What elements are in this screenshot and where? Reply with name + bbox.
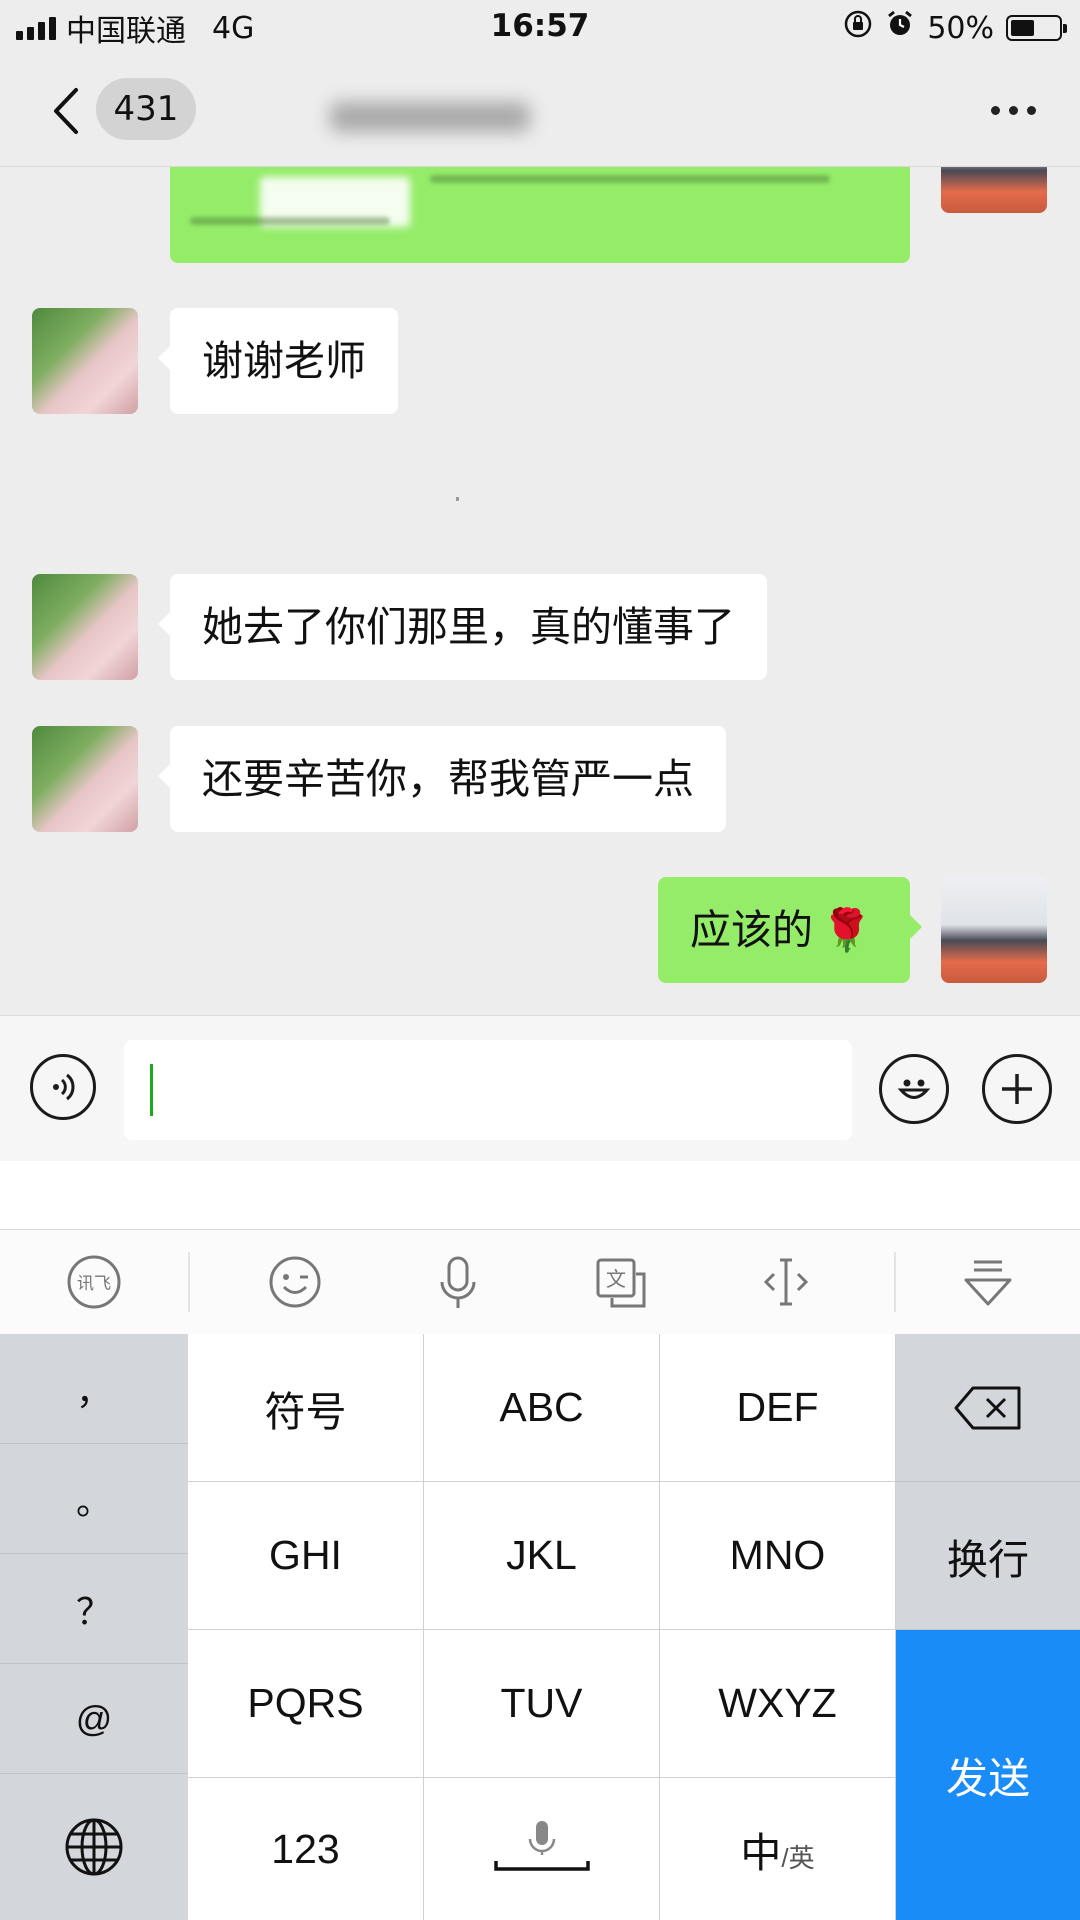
lang-sub-label: /英 [781,1842,815,1873]
alarm-icon [885,9,915,47]
message-text: 应该的 [690,905,813,954]
key-ghi[interactable]: GHI [188,1482,424,1630]
battery-percent: 50% [927,10,994,46]
voice-wave-icon [53,1073,75,1101]
message-bubble-received[interactable]: 谢谢老师 [158,308,398,414]
key-language-switch[interactable]: 中/英 [660,1778,896,1920]
key-wxyz[interactable]: WXYZ [660,1630,896,1778]
voice-toggle-button[interactable] [30,1054,96,1120]
key-space[interactable] [424,1778,660,1920]
message-list[interactable]: 谢谢老师 她去了你们那里，真的懂事了 还要辛苦你，帮我管严一点 应该的 🌹 [0,167,1080,1015]
key-question[interactable]: ？ [0,1554,188,1664]
message-text: 她去了你们那里，真的懂事了 [202,602,735,651]
translate-icon[interactable]: 文 [592,1252,652,1312]
key-at[interactable]: @ [0,1664,188,1774]
t9-keyboard: ， 。 ？ @ 符号 ABC DEF GHI JKL MNO PQRS TUV … [0,1334,1080,1920]
plus-icon [1002,1074,1032,1104]
backspace-icon [954,1386,1021,1429]
more-button[interactable] [991,106,1036,115]
hide-keyboard-icon[interactable] [958,1252,1018,1312]
battery-icon [1006,15,1067,41]
message-bubble-redacted[interactable] [170,167,910,263]
emoji-icon[interactable] [265,1252,325,1312]
key-def[interactable]: DEF [660,1334,896,1482]
message-bubble-received[interactable]: 她去了你们那里，真的懂事了 [158,574,767,680]
cursor-icon[interactable] [756,1252,816,1312]
microphone-icon[interactable] [428,1252,488,1312]
ifly-logo-icon[interactable]: 讯飞 [64,1252,124,1312]
contact-name-redacted [330,102,530,132]
key-tuv[interactable]: TUV [424,1630,660,1778]
svg-text:文: 文 [606,1267,626,1291]
emoji-button[interactable] [879,1054,949,1124]
key-pqrs[interactable]: PQRS [188,1630,424,1778]
chevron-left-icon [54,88,78,134]
key-numbers[interactable]: 123 [188,1778,424,1920]
message-text: 还要辛苦你，帮我管严一点 [202,754,694,803]
space-mic-icon [493,1821,590,1871]
orientation-lock-icon [843,9,873,47]
contact-avatar[interactable] [32,726,138,832]
message-bubble-received[interactable]: 还要辛苦你，帮我管严一点 [158,726,726,832]
status-bar: 中国联通 4G 16:57 50% [0,0,1080,56]
key-mno[interactable]: MNO [660,1482,896,1630]
key-comma[interactable]: ， [0,1334,188,1444]
message-text: 谢谢老师 [202,336,366,385]
globe-icon [65,1818,123,1876]
key-period[interactable]: 。 [0,1444,188,1554]
toolbar-divider [188,1252,190,1312]
keyboard-toolbar: 讯飞 文 [0,1229,1080,1335]
stray-mark [456,497,459,501]
unread-count-badge[interactable]: 431 [96,78,196,140]
back-button[interactable] [48,86,88,136]
toolbar-divider [894,1252,896,1312]
message-input[interactable] [124,1040,852,1140]
send-button[interactable]: 发送 [896,1630,1080,1920]
rose-emoji: 🌹 [821,905,873,954]
lang-main-label: 中 [740,1830,782,1876]
my-avatar[interactable] [941,167,1047,213]
chat-header: 431 [0,56,1080,167]
message-bubble-sent[interactable]: 应该的 🌹 [658,877,922,983]
text-caret [150,1064,153,1116]
key-newline[interactable]: 换行 [896,1482,1080,1630]
contact-avatar[interactable] [32,574,138,680]
key-abc[interactable]: ABC [424,1334,660,1482]
svg-text:讯飞: 讯飞 [77,1274,111,1294]
contact-avatar[interactable] [32,308,138,414]
key-backspace[interactable] [896,1334,1080,1482]
more-functions-button[interactable] [982,1054,1052,1124]
smiley-icon [897,1079,931,1099]
keyboard-spacer [0,1161,1080,1229]
status-right: 50% [843,8,1067,48]
my-avatar[interactable] [941,877,1047,983]
key-jkl[interactable]: JKL [424,1482,660,1630]
input-bar [0,1015,1080,1162]
key-symbols[interactable]: 符号 [188,1334,424,1482]
key-globe[interactable] [0,1774,188,1920]
